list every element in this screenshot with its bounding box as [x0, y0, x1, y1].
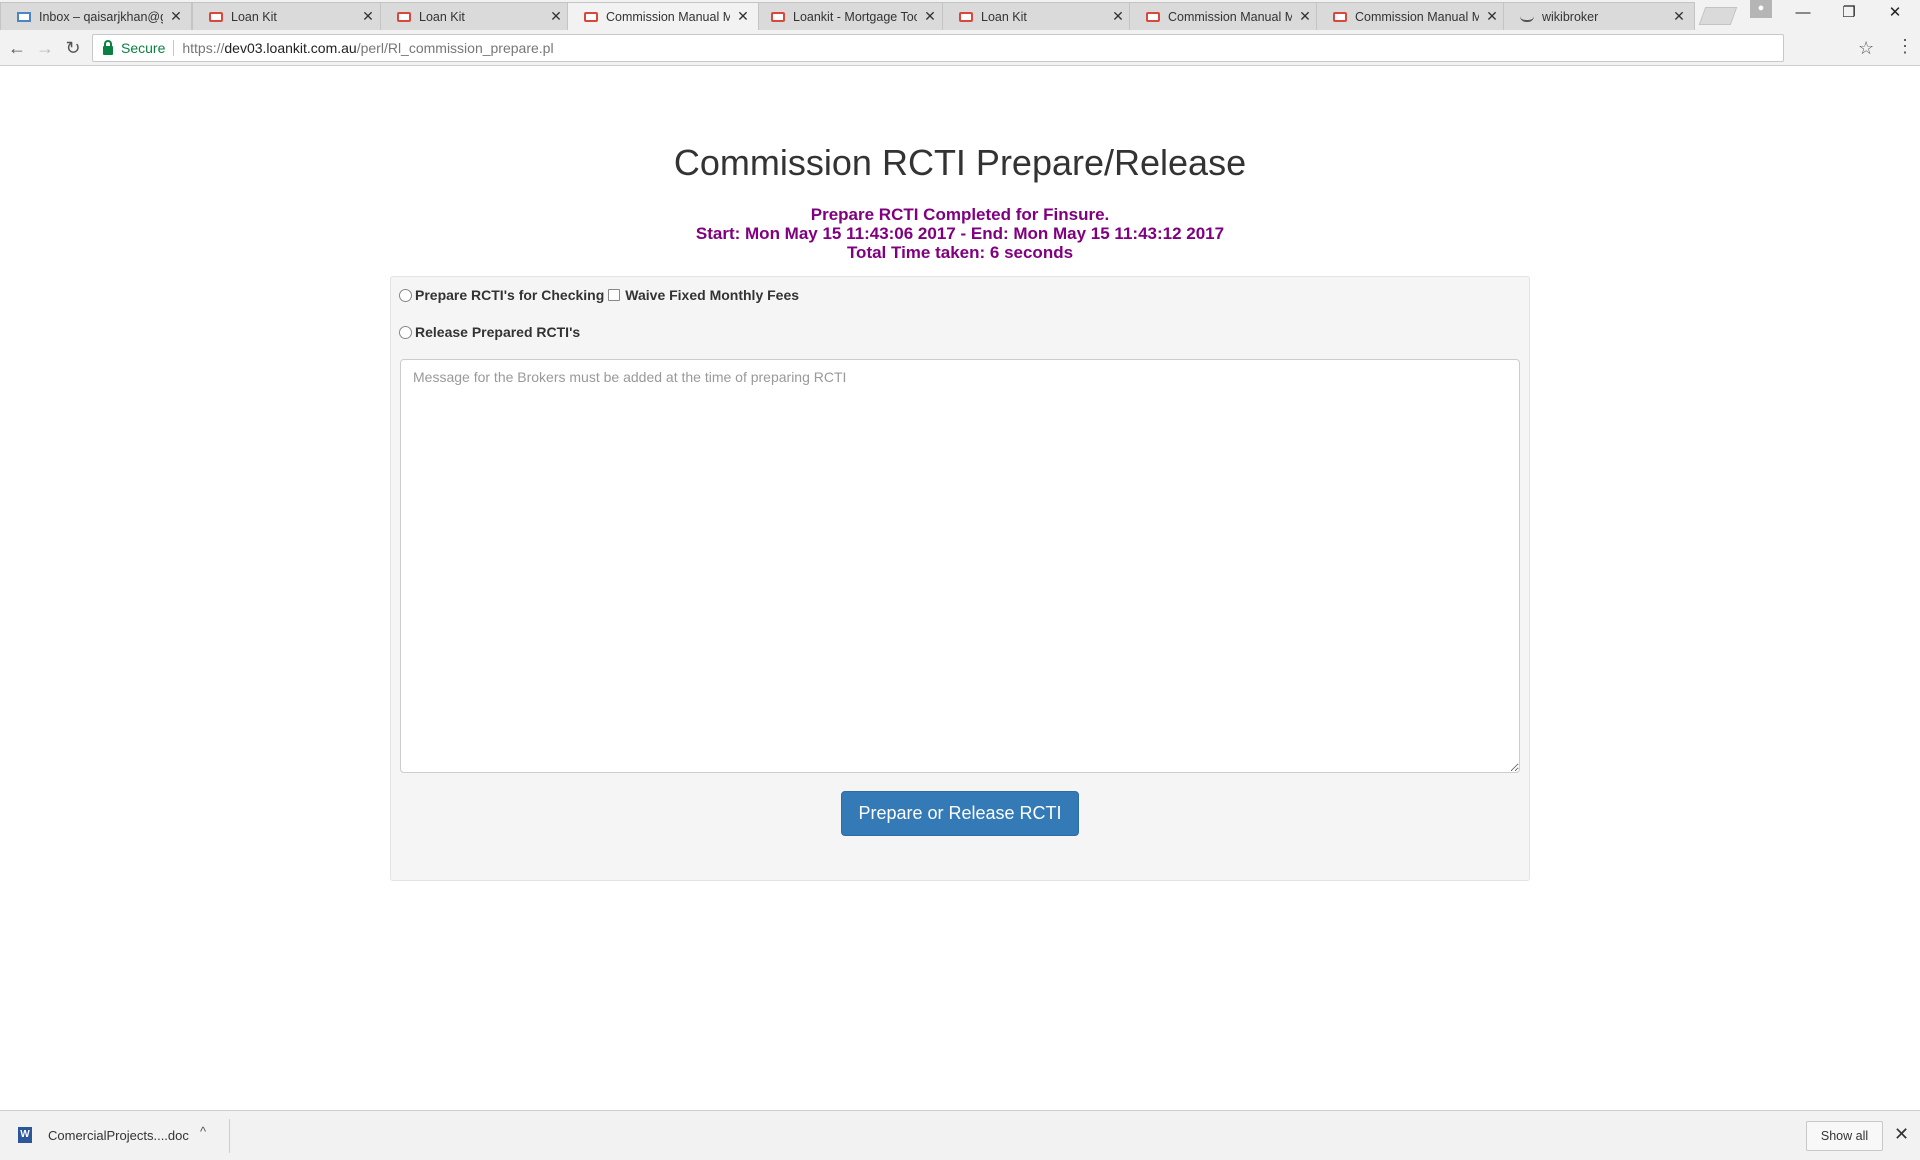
new-tab-button[interactable] — [1698, 7, 1738, 25]
tab-title: Commission Manual Ma — [1355, 9, 1479, 24]
status-line-times: Start: Mon May 15 11:43:06 2017 - End: M… — [695, 224, 1225, 243]
page-title: Commission RCTI Prepare/Release — [673, 142, 1247, 183]
release-label[interactable]: Release Prepared RCTI's — [415, 324, 580, 340]
tab-loankit-mortgage[interactable]: Loankit - Mortgage Too ✕ — [754, 2, 946, 30]
menu-dots-icon[interactable]: ⋮ — [1896, 36, 1914, 57]
tab-wikibroker[interactable]: wikibroker ✕ — [1503, 2, 1695, 30]
tab-title: wikibroker — [1542, 9, 1599, 24]
tab-loan-kit-3[interactable]: Loan Kit ✕ — [942, 2, 1134, 30]
address-separator — [173, 40, 175, 56]
minimize-icon[interactable]: — — [1780, 0, 1826, 28]
window-close-icon[interactable]: ✕ — [1872, 0, 1918, 28]
prepare-radio[interactable] — [399, 288, 412, 302]
secure-label: Secure — [121, 40, 166, 56]
tab-title: Loan Kit — [981, 9, 1027, 24]
tab-title: Inbox – qaisarjkhan@gm — [39, 9, 163, 24]
waive-fees-label[interactable]: Waive Fixed Monthly Fees — [625, 287, 799, 303]
tab-strip: Inbox – qaisarjkhan@gm ✕ Loan Kit ✕ Loan… — [0, 0, 1920, 30]
back-arrow-icon[interactable]: ← — [5, 36, 29, 60]
tab-title: Loan Kit — [419, 9, 465, 24]
tab-close-icon[interactable]: ✕ — [1111, 8, 1125, 25]
tab-close-icon[interactable]: ✕ — [361, 8, 375, 25]
tab-commission-manual-active[interactable]: Commission Manual Ma ✕ — [567, 2, 759, 30]
bookmark-star-icon[interactable]: ☆ — [1858, 38, 1874, 59]
prepare-option-row: Prepare RCTI's for Checking Waive Fixed … — [399, 287, 799, 303]
status-message: Prepare RCTI Completed for Finsure. Star… — [0, 205, 1920, 262]
loankit-icon — [584, 11, 598, 22]
tab-close-icon[interactable]: ✕ — [169, 8, 183, 25]
prepare-label[interactable]: Prepare RCTI's for Checking — [415, 287, 604, 303]
loankit-icon — [1146, 11, 1160, 22]
loankit-icon — [397, 11, 411, 22]
tab-loan-kit-2[interactable]: Loan Kit ✕ — [380, 2, 572, 30]
shelf-divider — [229, 1119, 230, 1153]
tab-loan-kit-1[interactable]: Loan Kit ✕ — [192, 2, 384, 30]
loankit-icon — [209, 11, 223, 22]
tab-title: Commission Manual Ma — [1168, 9, 1292, 24]
tab-title: Loan Kit — [231, 9, 277, 24]
tab-inbox[interactable]: Inbox – qaisarjkhan@gm ✕ — [0, 2, 192, 30]
tab-close-icon[interactable]: ✕ — [1485, 8, 1499, 25]
tab-close-icon[interactable]: ✕ — [736, 8, 750, 25]
word-doc-icon: W — [18, 1127, 32, 1143]
status-line-completed: Prepare RCTI Completed for Finsure. — [810, 205, 1110, 224]
tab-commission-manual-3[interactable]: Commission Manual Ma ✕ — [1316, 2, 1508, 30]
release-option-row: Release Prepared RCTI's — [399, 324, 580, 340]
tab-title: Loankit - Mortgage Too — [793, 9, 917, 24]
loankit-icon — [959, 11, 973, 22]
waive-fees-checkbox[interactable] — [608, 289, 621, 301]
wiki-icon — [1520, 12, 1534, 22]
tab-title: Commission Manual Ma — [606, 9, 730, 24]
url-host: dev03.loankit.com.au — [224, 40, 357, 56]
status-line-total: Total Time taken: 6 seconds — [846, 243, 1074, 262]
tab-close-icon[interactable]: ✕ — [549, 8, 563, 25]
chevron-up-icon[interactable]: ^ — [200, 1124, 206, 1139]
page-content: Commission RCTI Prepare/Release Prepare … — [0, 67, 1920, 1110]
broker-message-textarea[interactable] — [400, 359, 1520, 773]
rcti-form-panel: Prepare RCTI's for Checking Waive Fixed … — [390, 276, 1530, 881]
mail-icon — [17, 11, 31, 22]
tab-commission-manual-2[interactable]: Commission Manual Ma ✕ — [1129, 2, 1321, 30]
prepare-release-button[interactable]: Prepare or Release RCTI — [841, 791, 1079, 836]
lock-icon — [103, 39, 113, 55]
release-radio[interactable] — [399, 325, 412, 339]
show-all-button[interactable]: Show all — [1806, 1121, 1883, 1151]
address-bar[interactable]: Secure https:// dev03.loankit.com.au /pe… — [92, 34, 1784, 62]
download-shelf: W ComercialProjects....doc ^ Show all ✕ — [0, 1110, 1920, 1160]
shelf-close-icon[interactable]: ✕ — [1894, 1124, 1909, 1145]
tab-close-icon[interactable]: ✕ — [1672, 8, 1686, 25]
loankit-icon — [1333, 11, 1347, 22]
download-file-name[interactable]: ComercialProjects....doc — [48, 1128, 189, 1143]
browser-toolbar: ← → ↻ Secure https:// dev03.loankit.com.… — [0, 30, 1920, 66]
url-path: /perl/Rl_commission_prepare.pl — [356, 40, 554, 56]
loankit-icon — [771, 11, 785, 22]
tab-close-icon[interactable]: ✕ — [923, 8, 937, 25]
url-scheme: https:// — [182, 40, 225, 56]
forward-arrow-icon[interactable]: → — [33, 36, 57, 60]
profile-icon[interactable]: ● — [1750, 0, 1772, 18]
restore-icon[interactable]: ❐ — [1826, 0, 1872, 28]
tab-close-icon[interactable]: ✕ — [1298, 8, 1312, 25]
reload-icon[interactable]: ↻ — [61, 36, 85, 60]
